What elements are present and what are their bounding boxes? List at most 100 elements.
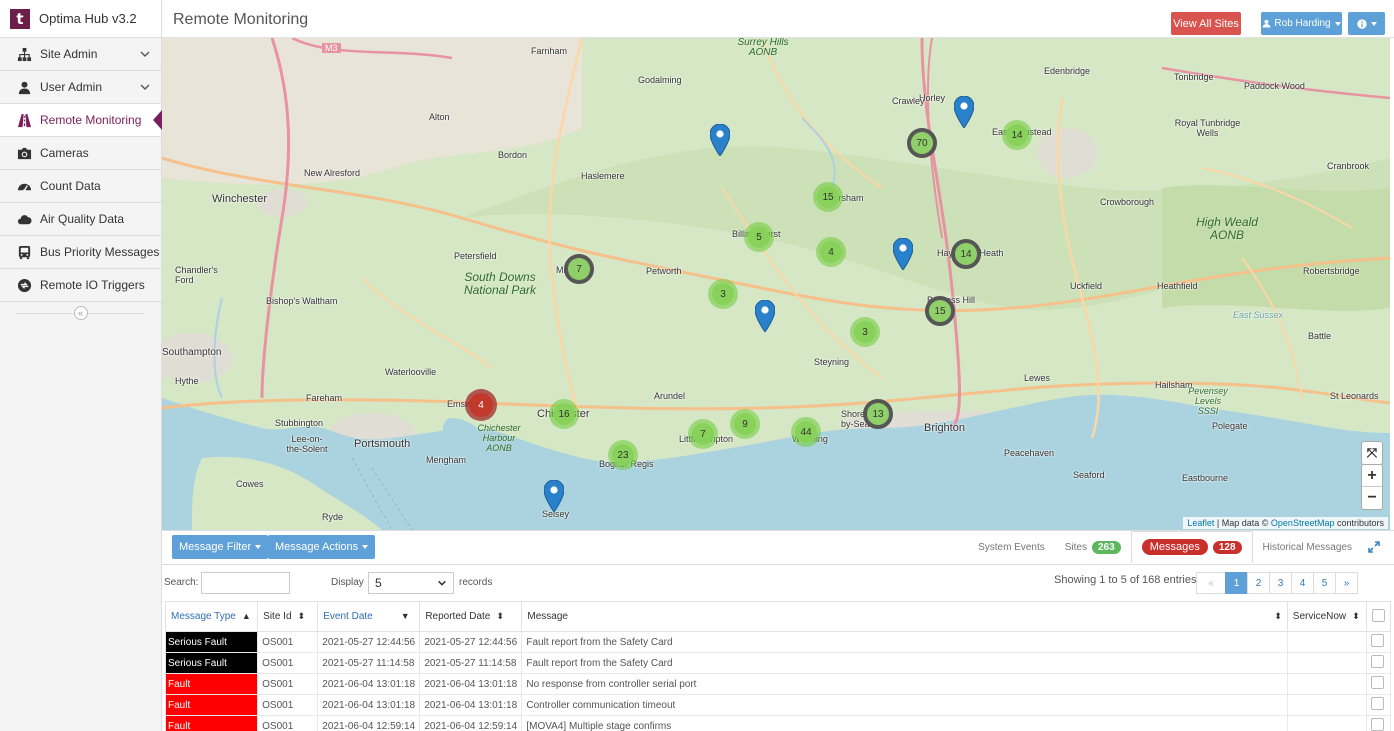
map-place-label: Petworth (646, 266, 682, 276)
map-cluster-marker[interactable]: 23 (608, 440, 638, 470)
event-date-cell: 2021-06-04 13:01:18 (317, 694, 421, 716)
tab-messages[interactable]: Messages 128 (1130, 531, 1253, 563)
leaflet-link[interactable]: Leaflet (1187, 518, 1214, 528)
map-pin-icon[interactable] (954, 96, 974, 128)
sort-desc-icon: ▼ (400, 611, 410, 621)
osm-link[interactable]: OpenStreetMap (1271, 518, 1335, 528)
event-date-cell: 2021-05-27 12:44:56 (317, 631, 421, 653)
pagination-page[interactable]: 4 (1291, 572, 1314, 594)
attribution-text: contributors (1334, 518, 1384, 528)
reported-date-cell: 2021-05-27 12:44:56 (419, 631, 523, 653)
sidebar-item-label: Site Admin (40, 47, 98, 61)
map-place-label: Polegate (1212, 421, 1248, 431)
map-cluster-marker[interactable]: 15 (813, 182, 843, 212)
tab-system-events[interactable]: System Events (968, 531, 1055, 563)
map-cluster-marker[interactable]: 3 (850, 317, 880, 347)
sidebar-item-remote-monitoring[interactable]: Remote Monitoring (0, 104, 162, 137)
map[interactable]: Winchester New Alresford Alton Farnham G… (162, 38, 1390, 530)
info-menu-button[interactable] (1348, 12, 1385, 35)
select-all-checkbox[interactable] (1371, 608, 1385, 622)
servicenow-cell (1286, 631, 1367, 653)
fullscreen-button[interactable]: ⤧ (1362, 442, 1382, 464)
expand-icon[interactable] (1368, 541, 1380, 553)
column-header-event-date[interactable]: Event Date ▼ (317, 601, 421, 632)
column-header-site-id[interactable]: Site Id ⬍ (257, 601, 319, 632)
tab-sites[interactable]: Sites 263 (1055, 531, 1131, 563)
sidebar-item-air-quality[interactable]: Air Quality Data (0, 203, 161, 236)
column-header-message-type[interactable]: Message Type ▲ (164, 601, 259, 632)
map-place-label: Heathfield (1157, 281, 1198, 291)
sidebar-item-user-admin[interactable]: User Admin (0, 71, 161, 104)
column-header-reported-date[interactable]: Reported Date ⬍ (419, 601, 523, 632)
map-cluster-marker[interactable]: 16 (549, 399, 579, 429)
map-place-label: Paddock Wood (1244, 81, 1305, 91)
pagination-page[interactable]: 3 (1269, 572, 1292, 594)
info-icon (1356, 18, 1367, 29)
caret-down-icon (255, 545, 262, 549)
map-cluster-marker[interactable]: 4 (816, 237, 846, 267)
pagination-prev[interactable]: « (1196, 572, 1226, 594)
map-pin-icon[interactable] (755, 300, 775, 332)
row-checkbox[interactable] (1370, 655, 1384, 668)
sidebar-item-site-admin[interactable]: Site Admin (0, 38, 161, 71)
map-cluster-marker[interactable]: 70 (907, 128, 937, 158)
zoom-out-button[interactable]: − (1362, 487, 1382, 509)
map-place-label: M3 (322, 43, 341, 53)
map-place-label: Peacehaven (1004, 448, 1055, 458)
app-name: Optima Hub v3.2 (39, 11, 137, 26)
message-actions-button[interactable]: Message Actions (268, 535, 376, 559)
view-all-sites-button[interactable]: View All Sites (1171, 12, 1241, 35)
column-header-servicenow[interactable]: ServiceNow ⬍ (1286, 601, 1367, 632)
table-row[interactable]: Serious Fault OS001 2021-05-27 12:44:56 202… (164, 631, 1392, 653)
map-fullscreen-control: ⤧ (1361, 441, 1383, 465)
map-cluster-marker[interactable]: 7 (688, 419, 718, 449)
display-count-select[interactable]: 5 (368, 572, 454, 594)
map-place-label: Steyning (814, 357, 850, 367)
map-pin-icon[interactable] (544, 480, 564, 512)
collapse-sidebar-button[interactable]: « (73, 306, 88, 320)
sidebar-item-count-data[interactable]: Count Data (0, 170, 161, 203)
map-place-label: Winchester (212, 193, 268, 205)
map-cluster-marker[interactable]: 7 (564, 254, 594, 284)
brand[interactable]: t Optima Hub v3.2 (0, 0, 161, 38)
map-cluster-marker[interactable]: 44 (791, 417, 821, 447)
map-cluster-marker[interactable]: 15 (925, 296, 955, 326)
search-input[interactable] (201, 572, 290, 594)
map-cluster-marker[interactable]: 3 (708, 279, 738, 309)
map-cluster-marker[interactable]: 5 (744, 222, 774, 252)
map-attribution: Leaflet | Map data © OpenStreetMap contr… (1183, 517, 1388, 529)
table-row[interactable]: Fault OS001 2021-06-04 13:01:18 2021-06-04 … (164, 673, 1392, 695)
table-row[interactable]: Fault OS001 2021-06-04 13:01:18 2021-06-04 … (164, 694, 1392, 716)
sidebar-item-label: Bus Priority Messages (40, 245, 160, 259)
map-cluster-marker[interactable]: 14 (951, 239, 981, 269)
sidebar-item-cameras[interactable]: Cameras (0, 137, 161, 170)
user-menu-button[interactable]: Rob Harding (1261, 12, 1342, 35)
pagination-page[interactable]: 5 (1313, 572, 1336, 594)
row-checkbox[interactable] (1370, 697, 1384, 710)
table-row[interactable]: Fault OS001 2021-06-04 12:59:14 2021-06-04 … (164, 715, 1392, 731)
row-checkbox[interactable] (1370, 718, 1384, 731)
map-cluster-marker[interactable]: 13 (863, 399, 893, 429)
map-place-label: Waterlooville (385, 367, 437, 377)
map-pin-icon[interactable] (710, 124, 730, 156)
column-header-message[interactable]: Message ⬍ (521, 601, 1288, 632)
sidebar-item-bus-priority[interactable]: Bus Priority Messages (0, 236, 161, 269)
pagination-page[interactable]: 2 (1247, 572, 1270, 594)
map-cluster-marker[interactable]: 9 (730, 409, 760, 439)
pagination-next[interactable]: » (1335, 572, 1358, 594)
zoom-in-button[interactable]: + (1362, 465, 1382, 487)
map-cluster-marker[interactable]: 4 (465, 389, 497, 421)
map-place-label: East Sussex (1233, 310, 1284, 320)
row-checkbox[interactable] (1370, 634, 1384, 647)
attribution-text: | Map data © (1214, 518, 1271, 528)
map-cluster-marker[interactable]: 14 (1002, 120, 1032, 150)
message-type-cell: Serious Fault (164, 652, 259, 674)
tab-historical-messages[interactable]: Historical Messages (1253, 531, 1362, 563)
map-pin-icon[interactable] (893, 238, 913, 270)
message-filter-button[interactable]: Message Filter (172, 535, 269, 559)
sidebar-item-remote-io[interactable]: Remote IO Triggers (0, 269, 161, 302)
row-checkbox[interactable] (1370, 676, 1384, 689)
pagination-page[interactable]: 1 (1225, 572, 1248, 594)
sidebar-item-label: Count Data (40, 179, 101, 193)
table-row[interactable]: Serious Fault OS001 2021-05-27 11:14:58 202… (164, 652, 1392, 674)
